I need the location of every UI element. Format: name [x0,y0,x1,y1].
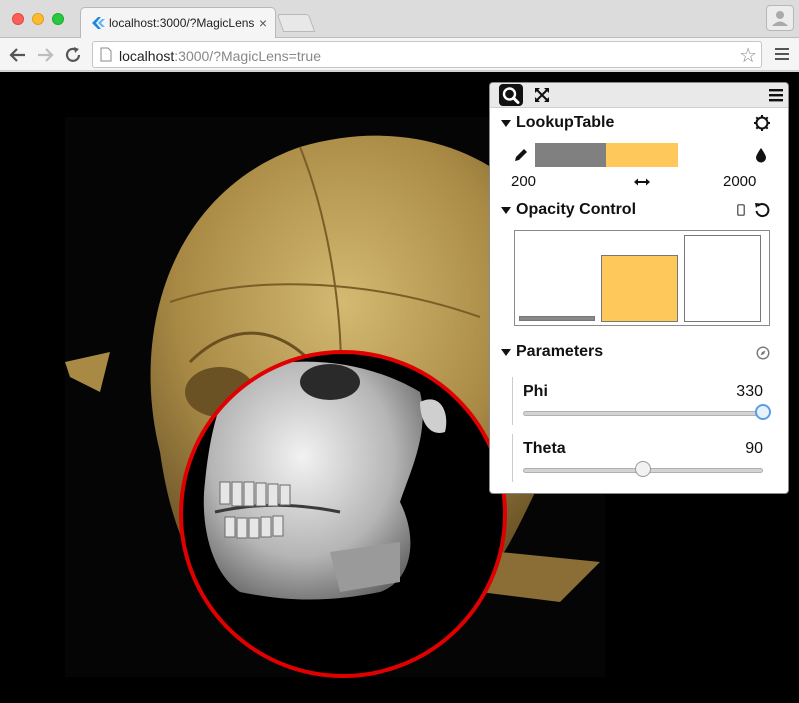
lookup-table-colorbar[interactable] [535,143,678,167]
parameters-header[interactable]: Parameters [490,342,788,364]
opacity-control-title: Opacity Control [516,201,637,218]
reload-icon[interactable] [62,44,84,66]
caret-down-icon [501,120,511,127]
phi-parameter: Phi 330 [512,377,788,427]
opacity-bar-mid[interactable] [601,255,678,322]
address-bar[interactable]: localhost:3000/?MagicLens=true ☆ [92,41,762,68]
phi-slider-thumb[interactable] [755,404,771,420]
browser-menu-icon[interactable] [773,45,791,63]
url-text: localhost:3000/?MagicLens=true [119,48,321,64]
theta-label: Theta [523,440,566,457]
parameters-title: Parameters [516,343,604,360]
favicon-icon [92,17,105,29]
pencil-icon[interactable] [513,147,529,163]
lookup-table-header[interactable]: LookupTable [490,113,788,135]
new-tab-button[interactable] [276,14,316,32]
param-divider [512,377,513,425]
browser-tab[interactable]: localhost:3000/?MagicLens × [80,7,276,38]
person-icon [772,11,788,26]
panel-toolbar [490,83,788,108]
tab-title: localhost:3000/?MagicLens [109,16,255,30]
forward-icon[interactable] [34,44,56,66]
tab-close-icon[interactable]: × [259,15,267,31]
magic-lens-button[interactable] [499,84,523,106]
minimize-window-button[interactable] [32,13,44,25]
caret-down-icon [501,349,511,356]
caret-down-icon [501,207,511,214]
gear-icon[interactable] [753,114,771,132]
theta-slider-thumb[interactable] [635,461,651,477]
control-panel: LookupTable 200 2000 Opacity Control Par… [489,82,789,494]
browser-toolbar: localhost:3000/?MagicLens=true ☆ [0,38,799,71]
phi-label: Phi [523,383,548,400]
profile-button[interactable] [766,5,794,31]
expand-icon[interactable] [533,86,551,104]
device-icon[interactable] [737,204,745,216]
reset-icon[interactable] [754,202,770,218]
close-window-button[interactable] [12,13,24,25]
lookup-table-title: LookupTable [516,114,615,131]
lut-gray-segment [535,143,606,167]
opacity-control-header[interactable]: Opacity Control [490,200,788,222]
opacity-bar-high[interactable] [684,235,761,322]
range-arrows-icon[interactable] [633,176,651,188]
back-icon[interactable] [7,44,29,66]
droplet-icon[interactable] [755,147,767,163]
param-divider [512,434,513,482]
theta-parameter: Theta 90 [512,434,788,484]
maximize-window-button[interactable] [52,13,64,25]
phi-value: 330 [736,383,763,400]
opacity-editor[interactable] [514,230,770,326]
browser-titlebar: localhost:3000/?MagicLens × [0,0,799,38]
lut-max-value[interactable]: 2000 [723,173,756,190]
compass-icon[interactable] [756,346,770,360]
panel-menu-icon[interactable] [768,87,784,103]
lut-min-value[interactable]: 200 [511,173,536,190]
magnifier-icon [502,87,520,104]
bookmark-star-icon[interactable]: ☆ [739,43,757,68]
theta-value: 90 [745,440,763,457]
opacity-bar-low[interactable] [519,316,595,321]
phi-slider-track[interactable] [523,411,763,416]
page-icon [100,47,112,62]
lut-yellow-segment [606,143,678,167]
